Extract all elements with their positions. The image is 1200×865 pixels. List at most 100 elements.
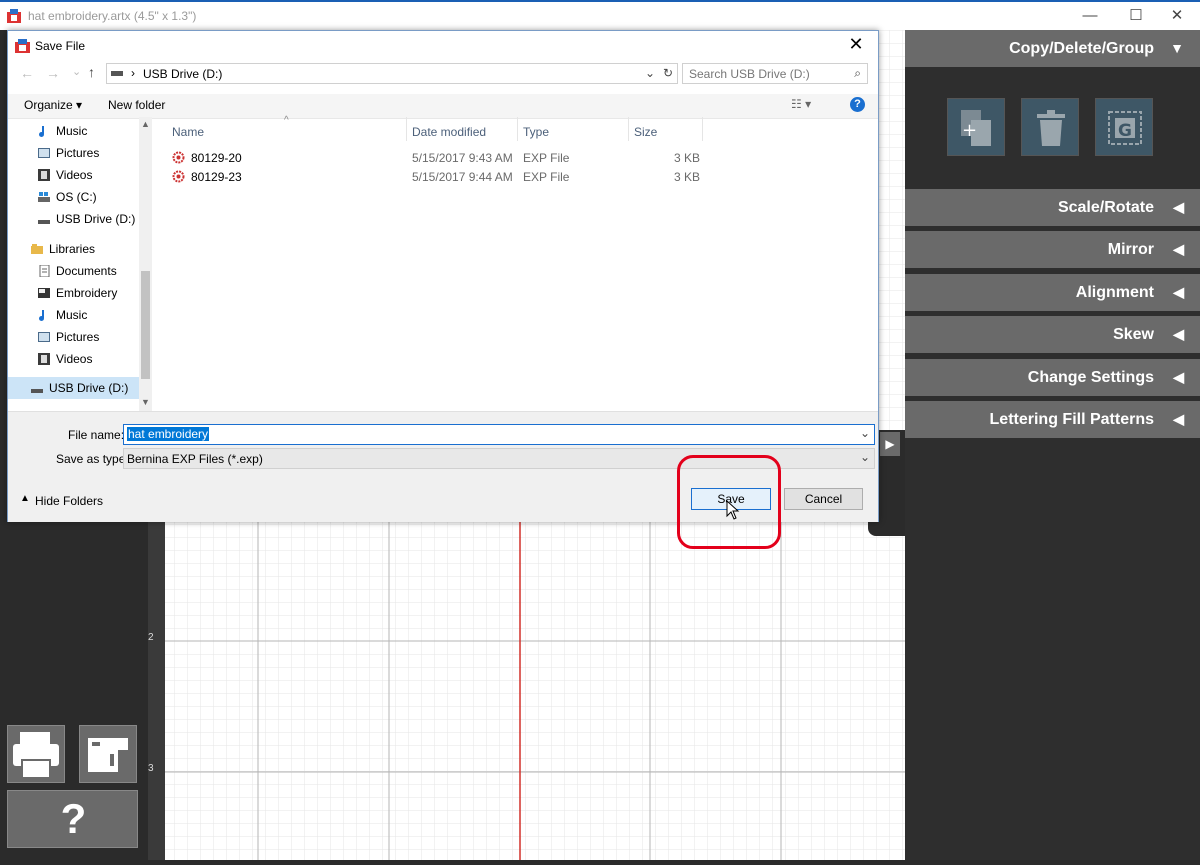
- nav-item-documents[interactable]: Documents: [39, 264, 117, 278]
- header-skew[interactable]: Skew ◀: [905, 316, 1200, 353]
- file-type: EXP File: [523, 170, 570, 184]
- help-icon: ?: [60, 795, 87, 842]
- group-icon: G: [1108, 111, 1142, 145]
- refresh-icon[interactable]: ↻: [663, 66, 673, 80]
- app-logo-icon: [7, 9, 21, 23]
- forward-arrow-icon[interactable]: →: [46, 65, 60, 81]
- up-arrow-icon[interactable]: ↑: [88, 64, 95, 80]
- nav-item-pictures-2[interactable]: Pictures: [38, 330, 100, 344]
- file-size: 3 KB: [674, 170, 701, 184]
- recent-dropdown-icon[interactable]: ⌄: [72, 65, 81, 78]
- nav-label: Pictures: [56, 330, 100, 344]
- header-copy-delete-group[interactable]: Copy/Delete/Group ▼: [905, 30, 1200, 67]
- print-button[interactable]: [7, 725, 65, 783]
- expand-panel-arrow-icon[interactable]: ▶: [880, 432, 900, 456]
- usb-drive-icon: [31, 389, 43, 393]
- column-type[interactable]: Type: [523, 125, 549, 139]
- delete-button[interactable]: [1021, 98, 1079, 156]
- right-panel: Copy/Delete/Group ▼ + G Scale/Rotate ◀ M…: [905, 30, 1200, 860]
- nav-item-music-2[interactable]: Music: [39, 308, 88, 322]
- copy-button[interactable]: +: [947, 98, 1005, 156]
- nav-item-usb-drive-selected[interactable]: USB Drive (D:): [31, 381, 128, 395]
- nav-scrollbar[interactable]: ▲ ▼: [139, 117, 152, 411]
- nav-label: USB Drive (D:): [56, 212, 136, 226]
- header-mirror[interactable]: Mirror ◀: [905, 231, 1200, 268]
- header-change-settings[interactable]: Change Settings ◀: [905, 359, 1200, 396]
- nav-item-music[interactable]: Music: [39, 124, 87, 138]
- file-row[interactable]: 80129-20 5/15/2017 9:43 AM EXP File 3 KB: [154, 149, 876, 168]
- header-lettering-fill-patterns[interactable]: Lettering Fill Patterns ◀: [905, 401, 1200, 438]
- maximize-button[interactable]: ☐: [1113, 2, 1159, 30]
- pictures-icon: [38, 148, 50, 158]
- address-dropdown-icon[interactable]: ⌄: [645, 66, 655, 80]
- help-icon[interactable]: ?: [850, 97, 865, 112]
- nav-item-embroidery[interactable]: Embroidery: [38, 286, 118, 300]
- header-label: Alignment: [1075, 284, 1154, 301]
- mouse-cursor-icon: [726, 500, 740, 520]
- file-name-input[interactable]: hat embroidery ⌄: [123, 424, 875, 445]
- nav-item-videos[interactable]: Videos: [38, 168, 92, 182]
- search-box[interactable]: Search USB Drive (D:) ⌕: [682, 63, 868, 84]
- copy-icon: +: [961, 110, 991, 146]
- embroidery-icon: [38, 288, 50, 298]
- usb-drive-icon: [38, 220, 50, 224]
- column-date-modified[interactable]: Date modified: [412, 125, 486, 139]
- file-date: 5/15/2017 9:43 AM: [412, 151, 513, 165]
- libraries-icon: [31, 244, 43, 254]
- nav-item-usb-drive[interactable]: USB Drive (D:): [38, 212, 136, 226]
- chevron-left-icon: ◀: [1173, 369, 1184, 385]
- dialog-close-button[interactable]: ✕: [842, 34, 870, 55]
- dialog-toolbar: Organize ▾ New folder ☷ ▾ ?: [8, 94, 878, 119]
- column-divider: [406, 117, 407, 141]
- exp-file-icon: [172, 170, 185, 183]
- nav-item-pictures[interactable]: Pictures: [38, 146, 99, 160]
- app-title: hat embroidery.artx (4.5" x 1.3"): [28, 9, 197, 23]
- music-icon: [39, 310, 44, 321]
- chevron-down-icon: ▼: [1170, 40, 1184, 56]
- nav-selected-row[interactable]: USB Drive (D:): [8, 377, 139, 399]
- help-button[interactable]: ?: [7, 790, 138, 848]
- back-arrow-icon[interactable]: ←: [20, 65, 34, 81]
- address-bar[interactable]: › USB Drive (D:) ⌄ ↻: [106, 63, 678, 84]
- nav-label: Videos: [56, 352, 93, 366]
- save-type-dropdown-icon[interactable]: ⌄: [860, 450, 870, 464]
- pictures-icon: [38, 332, 50, 342]
- trash-icon: [1037, 110, 1065, 146]
- header-alignment[interactable]: Alignment ◀: [905, 274, 1200, 311]
- header-scale-rotate[interactable]: Scale/Rotate ◀: [905, 189, 1200, 226]
- search-placeholder: Search USB Drive (D:): [689, 67, 810, 81]
- cancel-button[interactable]: Cancel: [784, 488, 863, 510]
- close-app-button[interactable]: ✕: [1154, 2, 1200, 30]
- column-size[interactable]: Size: [634, 125, 657, 139]
- file-name-dropdown-icon[interactable]: ⌄: [860, 426, 870, 440]
- save-file-dialog: Save File ✕ ← → ⌄ ↑ › USB Drive (D:) ⌄ ↻…: [7, 30, 879, 522]
- address-separator: ›: [131, 66, 135, 80]
- ruler-label-3: 3: [148, 763, 154, 774]
- view-options-icon[interactable]: ☷ ▾: [791, 97, 811, 111]
- header-label: Copy/Delete/Group: [1009, 40, 1154, 57]
- scroll-down-icon[interactable]: ▼: [141, 397, 150, 407]
- new-folder-button[interactable]: New folder: [108, 98, 165, 112]
- nav-item-videos-2[interactable]: Videos: [38, 352, 93, 366]
- group-button[interactable]: G: [1095, 98, 1153, 156]
- chevron-up-icon[interactable]: ▲: [20, 493, 30, 504]
- nav-item-os-c[interactable]: OS (C:): [38, 190, 97, 204]
- navigation-bar: ← → ⌄ ↑ › USB Drive (D:) ⌄ ↻ Search USB …: [8, 63, 878, 95]
- drive-icon: [111, 71, 123, 76]
- nav-item-libraries[interactable]: Libraries: [31, 242, 95, 256]
- svg-text:+: +: [962, 120, 977, 141]
- nav-label: Music: [56, 308, 88, 322]
- column-divider: [517, 117, 518, 141]
- column-name[interactable]: Name: [172, 125, 204, 139]
- nav-label: Embroidery: [56, 286, 118, 300]
- scroll-up-icon[interactable]: ▲: [141, 119, 150, 129]
- sewing-machine-button[interactable]: [79, 725, 137, 783]
- minimize-button[interactable]: —: [1067, 2, 1113, 30]
- file-row[interactable]: 80129-23 5/15/2017 9:44 AM EXP File 3 KB: [154, 168, 876, 187]
- file-date: 5/15/2017 9:44 AM: [412, 170, 513, 184]
- nav-scrollbar-thumb[interactable]: [141, 271, 150, 379]
- chevron-left-icon: ◀: [1173, 411, 1184, 427]
- organize-button[interactable]: Organize ▾: [24, 98, 82, 112]
- chevron-left-icon: ◀: [1173, 199, 1184, 215]
- hide-folders-button[interactable]: Hide Folders: [35, 494, 103, 508]
